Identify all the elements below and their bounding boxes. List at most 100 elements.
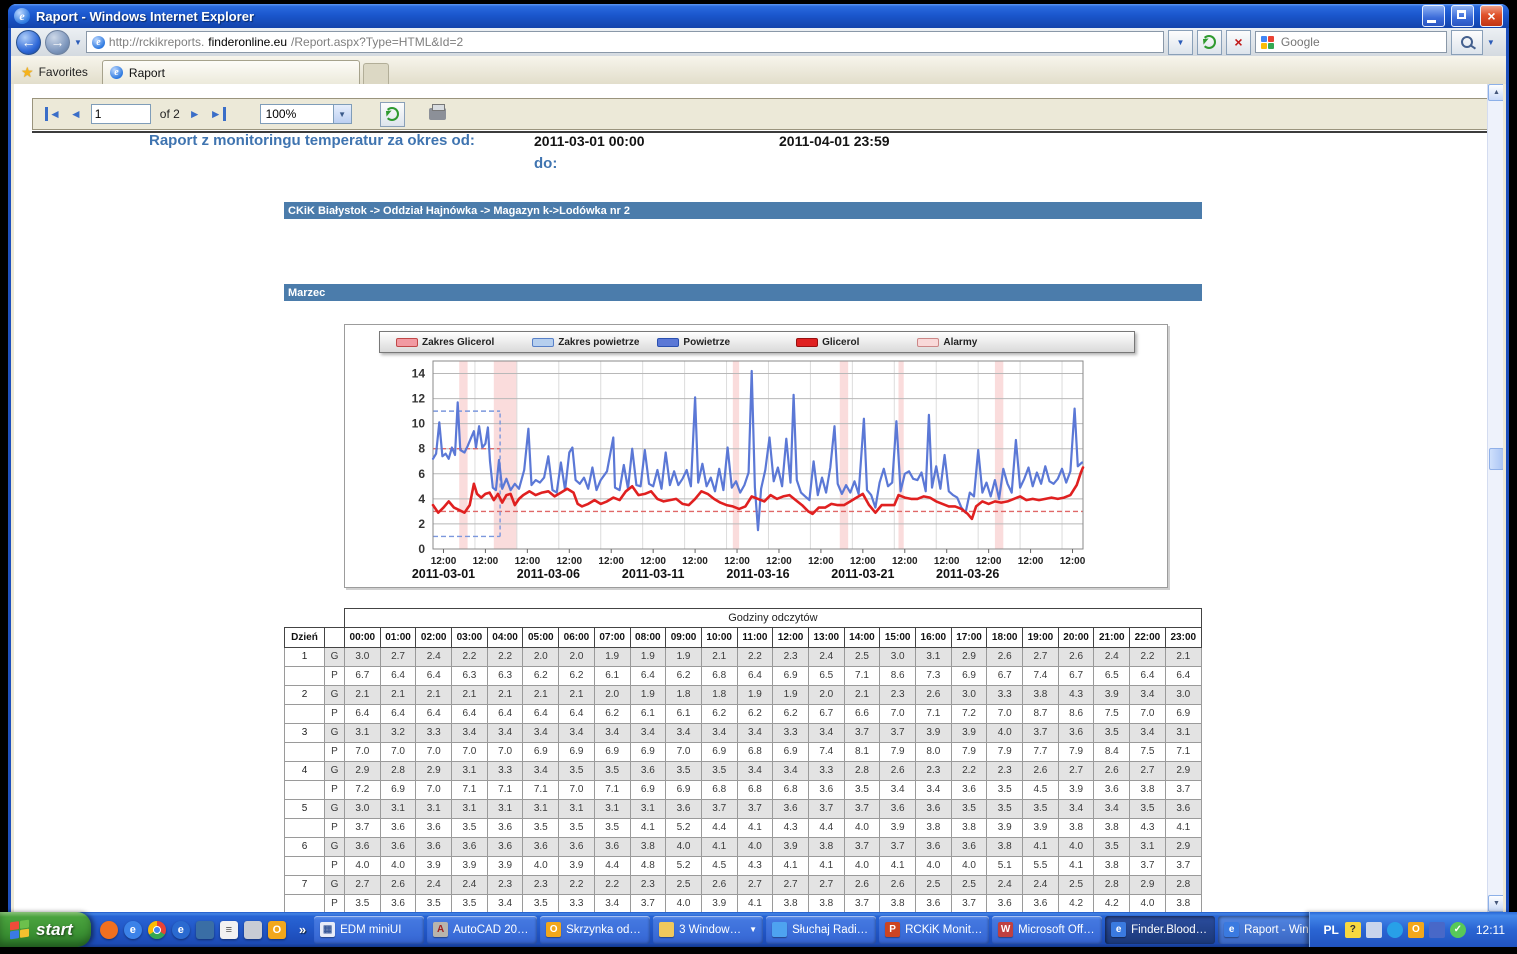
taskbar-button[interactable]: OSkrzynka odbio... — [540, 916, 650, 944]
previous-page-button[interactable]: ◄ — [70, 107, 82, 121]
table-title-row: Godziny odczytów — [285, 609, 1202, 628]
table-row-glicerol: 3G3.13.23.33.43.43.43.43.43.43.43.43.43.… — [285, 723, 1202, 742]
taskbar-button[interactable]: AAutoCAD 2005... — [427, 916, 537, 944]
cell-value: 7.1 — [523, 780, 559, 799]
cell-value: 3.8 — [1094, 818, 1130, 837]
search-input[interactable] — [1279, 34, 1441, 50]
cell-value: 6.3 — [452, 666, 488, 685]
hour-header: 18:00 — [987, 627, 1023, 647]
svg-text:12:00: 12:00 — [640, 556, 666, 567]
cell-value: 3.4 — [559, 723, 595, 742]
cell-value: 4.0 — [951, 856, 987, 875]
taskbar-button[interactable]: Słuchaj Radio ... — [766, 916, 876, 944]
last-page-button[interactable]: ► — [210, 107, 226, 121]
firefox-icon[interactable] — [100, 921, 118, 939]
cell-value: 3.6 — [452, 837, 488, 856]
refresh-button[interactable] — [1197, 30, 1222, 55]
cell-value: 8.7 — [1023, 704, 1059, 723]
folder-icon — [659, 922, 674, 937]
chrome-icon[interactable] — [148, 921, 166, 939]
taskbar-button[interactable]: eFinder.BloodDo... — [1105, 916, 1215, 944]
temperature-chart: Zakres GlicerolZakres powietrzePowietrze… — [344, 324, 1168, 588]
cell-value: 3.4 — [594, 723, 630, 742]
taskbar-button[interactable]: PRCKiK Monitori... — [879, 916, 989, 944]
tab-raport[interactable]: e Raport — [102, 60, 360, 84]
language-indicator[interactable]: PL — [1324, 923, 1339, 937]
cell-value: 3.5 — [951, 799, 987, 818]
cell-value: 6.5 — [1094, 666, 1130, 685]
cell-value: 2.6 — [880, 761, 916, 780]
help-icon[interactable]: ? — [1345, 922, 1361, 938]
svg-text:14: 14 — [412, 367, 426, 381]
taskbar-button[interactable]: 3 Windows E...▼ — [653, 916, 763, 944]
taskbar-button[interactable]: ▦EDM miniUI — [314, 916, 424, 944]
refresh-report-icon — [385, 107, 399, 121]
outlook-icon[interactable]: O — [268, 921, 286, 939]
cell-value: 4.0 — [916, 856, 952, 875]
page-number-input[interactable] — [91, 104, 151, 124]
cell-value: 3.4 — [666, 723, 702, 742]
row-type: G — [325, 761, 345, 780]
favorites-button[interactable]: ★ Favorites — [21, 60, 102, 84]
cell-value: 3.8 — [916, 818, 952, 837]
stop-button[interactable]: × — [1226, 30, 1251, 55]
cell-value: 6.9 — [380, 780, 416, 799]
vertical-scrollbar[interactable]: ▲ ▼ — [1487, 84, 1503, 912]
search-options-icon[interactable]: ▼ — [1487, 38, 1495, 47]
network-icon[interactable] — [1429, 922, 1445, 938]
quick-launch-overflow-icon[interactable]: » — [295, 922, 310, 937]
taskbar-button[interactable]: WMicrosoft Offic... — [992, 916, 1102, 944]
taskbar-button[interactable]: eRaport - Windo... — [1218, 916, 1308, 944]
outlook-tray-icon[interactable]: O — [1408, 922, 1424, 938]
printer-quicklaunch-icon[interactable] — [244, 921, 262, 939]
print-button[interactable] — [429, 108, 446, 120]
restore-button[interactable] — [1451, 5, 1474, 27]
cell-value: 3.5 — [594, 761, 630, 780]
show-desktop-icon[interactable] — [196, 921, 214, 939]
cell-value: 3.8 — [773, 894, 809, 912]
cell-value: 3.7 — [1130, 856, 1166, 875]
history-dropdown-icon[interactable]: ▼ — [74, 38, 82, 47]
new-tab-stub[interactable] — [363, 63, 389, 84]
forward-button[interactable]: → — [45, 30, 70, 55]
first-page-button[interactable]: ◄ — [45, 107, 61, 121]
cell-value: 2.4 — [452, 875, 488, 894]
minimize-button[interactable] — [1422, 5, 1445, 27]
scroll-up-icon[interactable]: ▲ — [1488, 84, 1503, 101]
refresh-report-button[interactable] — [380, 102, 405, 127]
search-box[interactable] — [1255, 31, 1447, 53]
notepad-icon[interactable]: ≡ — [220, 921, 238, 939]
cell-value: 3.4 — [1058, 799, 1094, 818]
cell-value: 3.4 — [1130, 685, 1166, 704]
messenger-icon[interactable] — [1387, 922, 1403, 938]
url-dropdown-button[interactable]: ▼ — [1168, 30, 1193, 55]
close-button[interactable]: × — [1480, 5, 1503, 27]
hour-header: 12:00 — [773, 627, 809, 647]
address-bar: ← → ▼ e http://rckikreports.finderonline… — [11, 28, 1506, 56]
internet-explorer-icon[interactable]: e — [124, 921, 142, 939]
next-page-button[interactable]: ► — [189, 107, 201, 121]
cell-value: 6.5 — [808, 666, 844, 685]
internet-explorer-alt-icon[interactable]: e — [172, 921, 190, 939]
legend-swatch-icon — [796, 338, 818, 347]
row-type: P — [325, 894, 345, 912]
cell-value: 3.6 — [559, 837, 595, 856]
zoom-select[interactable]: 100% ▼ — [260, 104, 352, 124]
cell-value: 6.8 — [737, 742, 773, 761]
readings-table-wrap: Godziny odczytówDzień00:0001:0002:0003:0… — [284, 608, 1202, 912]
display-icon[interactable] — [1366, 922, 1382, 938]
title-bar: e Raport - Windows Internet Explorer × — [8, 4, 1509, 28]
start-button[interactable]: start — [0, 912, 91, 947]
antivirus-icon[interactable]: ✓ — [1450, 922, 1466, 938]
table-row-glicerol: 4G2.92.82.93.13.33.43.53.53.63.53.53.43.… — [285, 761, 1202, 780]
url-field[interactable]: e http://rckikreports.finderonline.eu/Re… — [86, 31, 1164, 53]
cell-value: 7.0 — [1130, 704, 1166, 723]
day-number — [285, 856, 325, 875]
cell-value: 6.4 — [380, 666, 416, 685]
scroll-down-icon[interactable]: ▼ — [1488, 895, 1503, 912]
group-dropdown-icon[interactable]: ▼ — [749, 925, 757, 934]
scroll-thumb[interactable] — [1489, 448, 1503, 470]
search-button[interactable] — [1451, 30, 1483, 55]
back-button[interactable]: ← — [16, 30, 41, 55]
cell-value: 3.9 — [987, 818, 1023, 837]
